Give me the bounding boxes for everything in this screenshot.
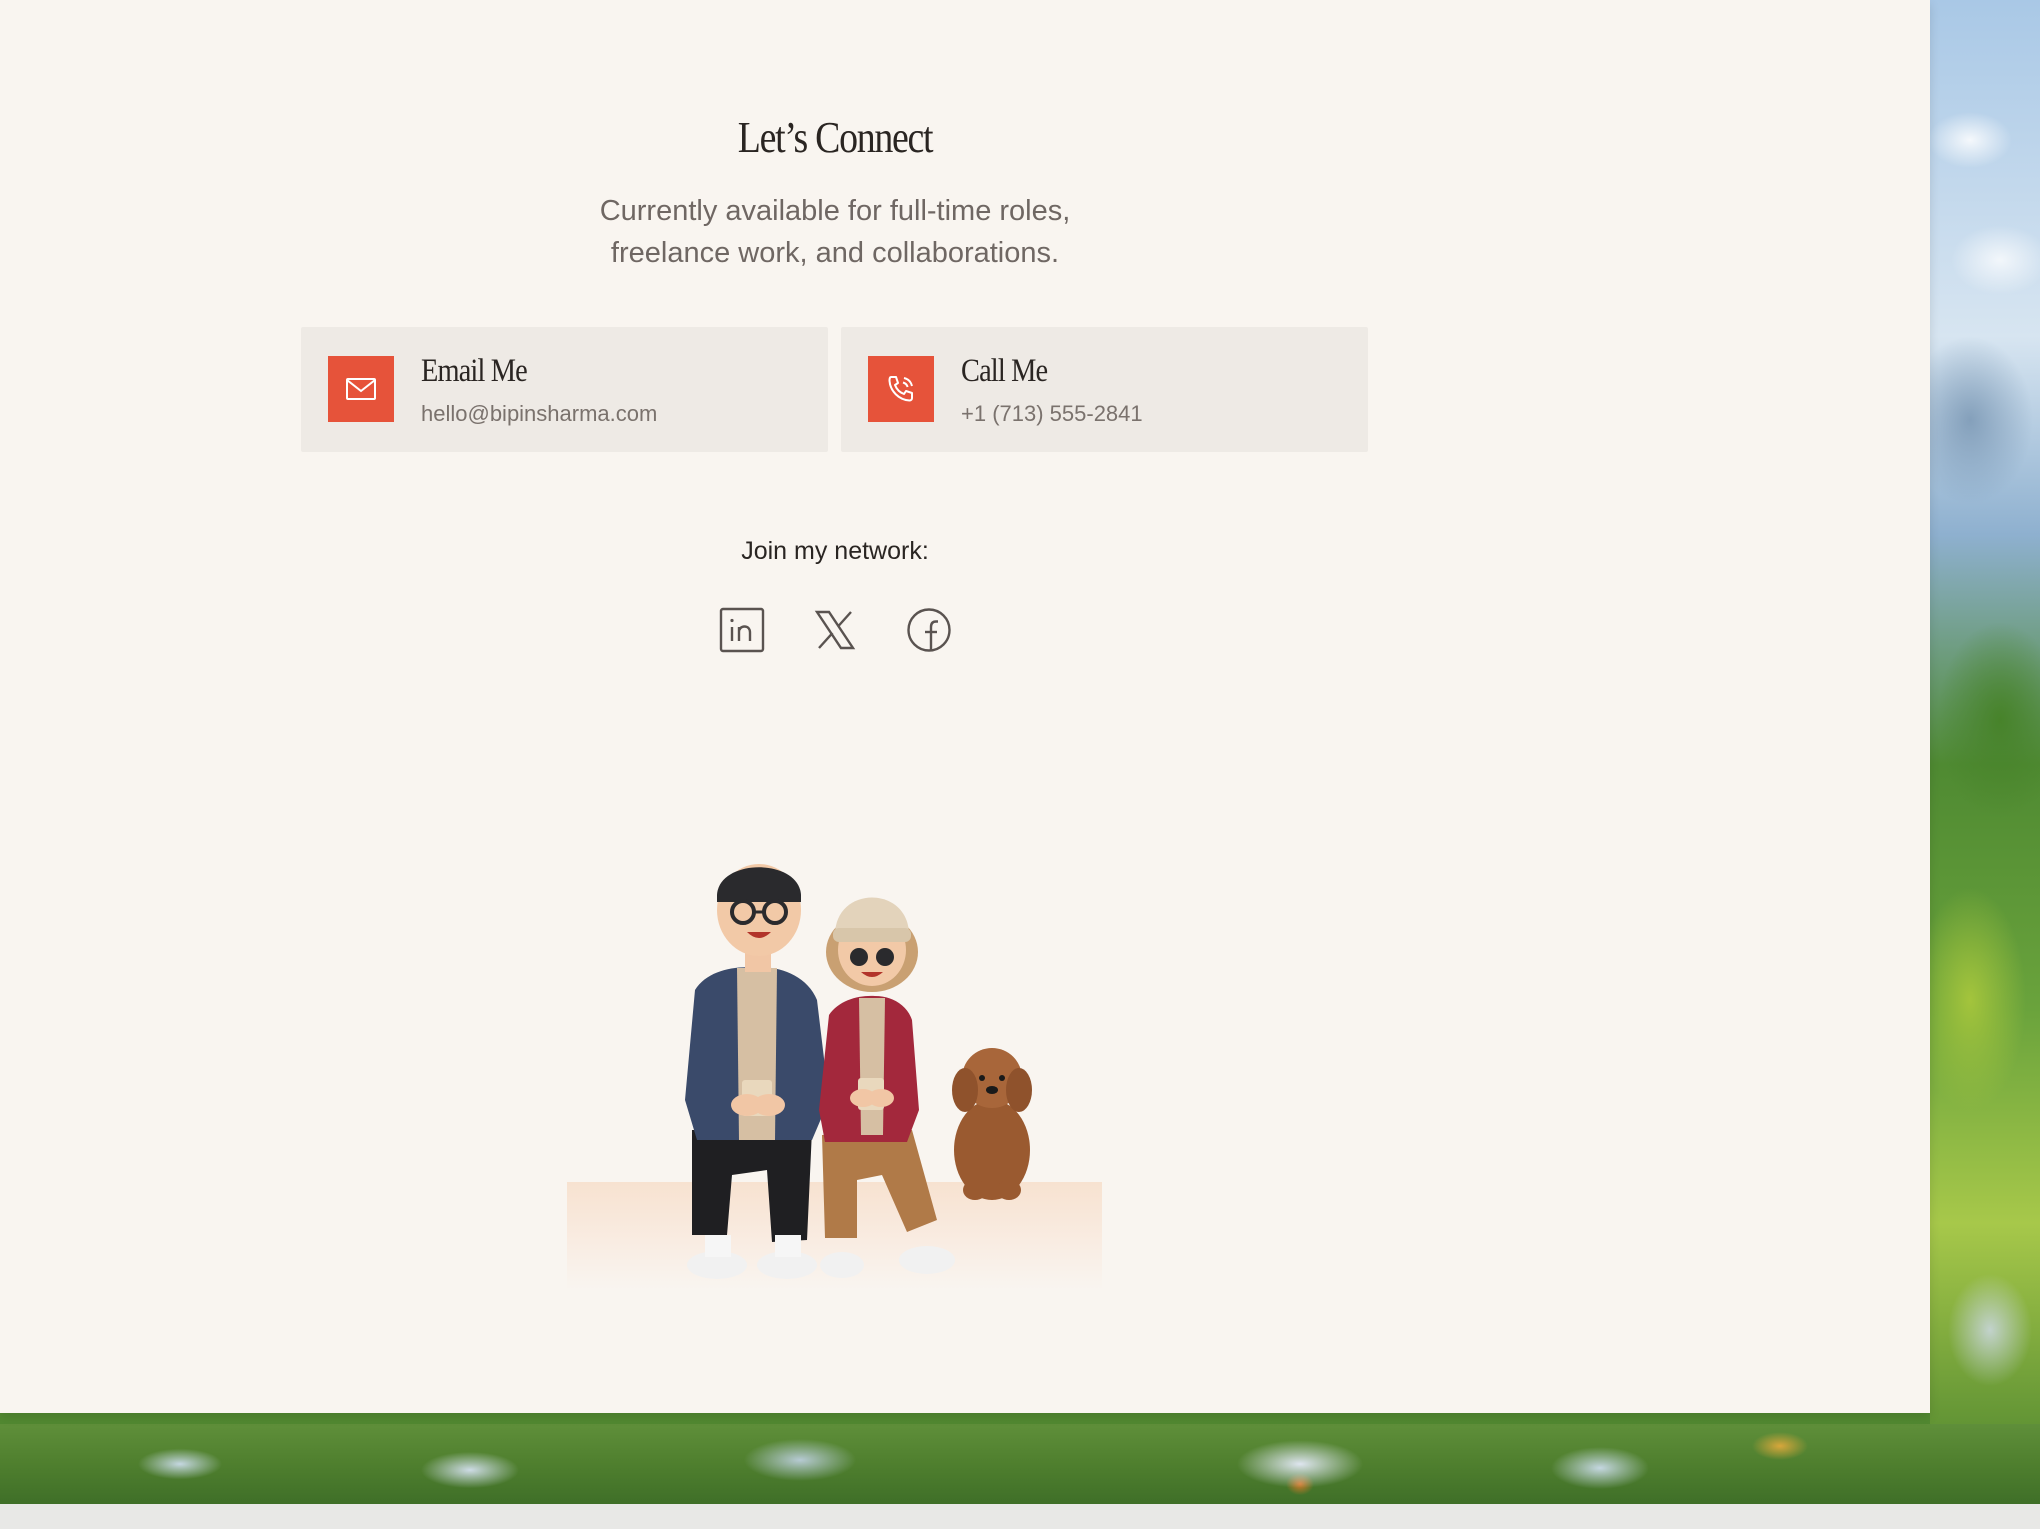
subtitle-line: Currently available for full-time roles,: [599, 195, 1071, 227]
call-card-label: Call Me: [961, 353, 1048, 389]
avatar-illustration: [567, 840, 1102, 1300]
section-title: Let’s Connect: [737, 113, 934, 162]
x-link[interactable]: [811, 608, 859, 656]
background-landscape: [1930, 0, 2040, 1529]
linkedin-icon: [719, 607, 765, 658]
subtitle-line: freelance work, and collaborations.: [610, 237, 1060, 269]
woman-figure: [819, 897, 955, 1278]
linkedin-link[interactable]: [718, 607, 766, 658]
email-card-label: Email Me: [421, 353, 528, 389]
email-card[interactable]: Email Me hello@bipinsharma.com: [301, 327, 828, 452]
phone-icon: [868, 356, 934, 422]
mail-icon: [328, 356, 394, 422]
phone-number[interactable]: +1 (713) 555-2841: [961, 401, 1143, 427]
facebook-link[interactable]: [905, 607, 953, 658]
section-subtitle: Currently available for full-time roles,…: [535, 190, 1135, 274]
network-label: Join my network:: [741, 537, 929, 565]
x-icon: [814, 609, 856, 656]
background-flowers: [0, 1424, 2040, 1504]
email-address[interactable]: hello@bipinsharma.com: [421, 401, 657, 427]
window-edge: [0, 1504, 2040, 1529]
facebook-icon: [906, 607, 952, 658]
call-card[interactable]: Call Me +1 (713) 555-2841: [841, 327, 1368, 452]
contact-section: Let’s Connect Currently available for fu…: [0, 0, 1930, 1413]
man-figure: [685, 864, 829, 1279]
dog-figure: [952, 1048, 1032, 1200]
